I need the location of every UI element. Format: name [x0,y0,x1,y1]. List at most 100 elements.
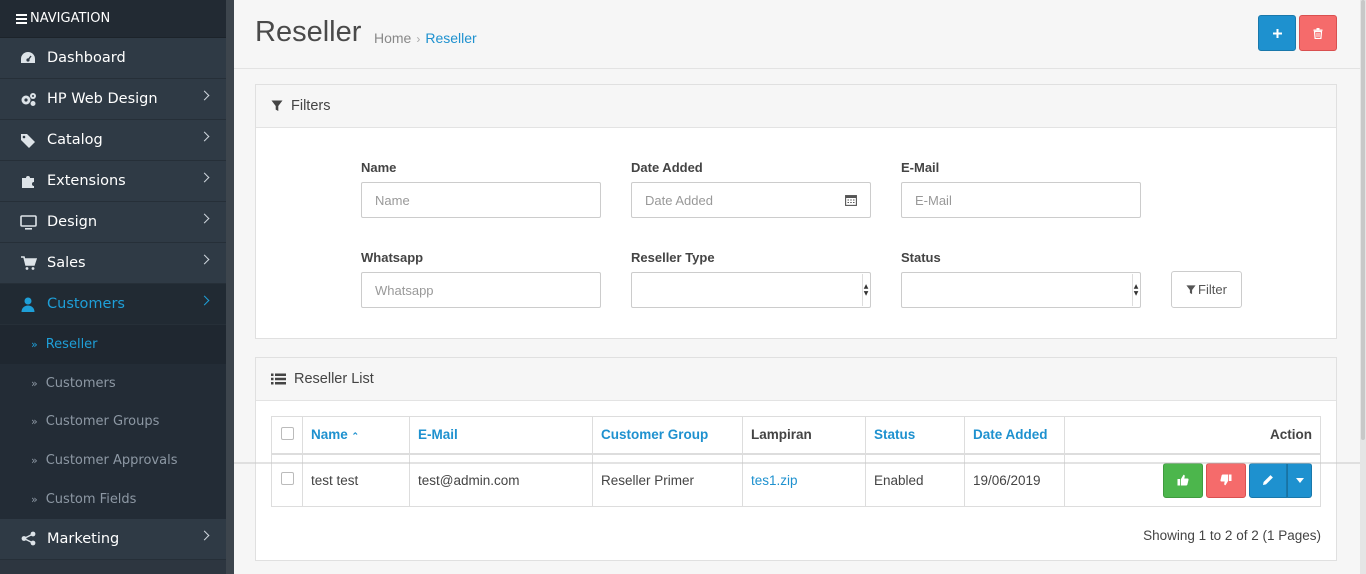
monitor-icon [19,213,37,231]
page-scrollbar[interactable] [1360,0,1366,574]
submenu-item-customers[interactable]: » Customers [0,364,226,403]
navigation-header[interactable]: NAVIGATION [0,0,226,38]
thumbs-down-icon [1220,474,1232,486]
add-button[interactable] [1258,15,1296,51]
name-label: Name [361,160,397,175]
whatsapp-input[interactable]: Whatsapp [361,272,601,308]
tags-icon [19,131,37,149]
reseller-list-heading-label: Reseller List [294,371,374,387]
double-chevron-icon: » [31,415,38,429]
breadcrumb-home[interactable]: Home [374,30,411,46]
column-header-lampiran: Lampiran [742,416,866,455]
chevron-right-icon [199,90,210,101]
sidebar-item-marketing[interactable]: Marketing [0,518,226,560]
edit-button[interactable] [1249,462,1287,498]
submenu-item-customer-groups[interactable]: » Customer Groups [0,403,226,442]
sidebar: NAVIGATION Dashboard HP Web Design Catal… [0,0,226,574]
sort-asc-icon: ⌃ [351,431,360,442]
navigation-label: NAVIGATION [30,11,111,26]
column-header-name[interactable]: Name ⌃ [302,416,410,455]
filters-heading: Filters [256,85,1336,128]
calendar-button[interactable] [831,182,871,218]
user-icon [19,295,37,313]
sidebar-item-label: Dashboard [47,50,126,66]
select-arrow-icon: ▲ ▼ [862,274,869,306]
breadcrumb-current[interactable]: Reseller [425,30,476,46]
column-header-status[interactable]: Status [865,416,965,455]
email-label: E-Mail [901,160,940,175]
chevron-right-icon [199,295,210,306]
chevron-right-icon [199,172,210,183]
pencil-icon [1263,475,1273,486]
double-chevron-icon: » [31,337,38,351]
submenu-item-label: Customer Approvals [45,453,178,469]
column-header-email[interactable]: E-Mail [409,416,593,455]
sidebar-item-dashboard[interactable]: Dashboard [0,38,226,79]
column-header-action: Action [1064,416,1321,455]
deny-button[interactable] [1206,462,1246,498]
submenu-item-customer-approvals[interactable]: » Customer Approvals [0,441,226,480]
whatsapp-label: Whatsapp [361,250,424,265]
chevron-right-icon [199,131,210,142]
plus-icon [1272,28,1282,38]
date-added-input[interactable]: Date Added [631,182,832,218]
attachment-link[interactable]: tes1.zip [751,473,798,488]
sidebar-item-label: Catalog [47,132,103,148]
share-icon [19,530,37,548]
sidebar-item-design[interactable]: Design [0,202,226,243]
column-header-customer-group[interactable]: Customer Group [592,416,743,455]
column-header-date-added[interactable]: Date Added [964,416,1065,455]
sidebar-item-hp-web-design[interactable]: HP Web Design [0,79,226,120]
chevron-right-icon [199,254,210,265]
filter-icon [271,100,283,112]
reseller-type-label: Reseller Type [631,250,715,265]
trash-icon [1313,27,1323,39]
sidebar-item-sales[interactable]: Sales [0,243,226,284]
thumbs-up-icon [1177,475,1189,486]
submenu-item-label: Reseller [45,336,98,352]
submenu-item-label: Customers [45,375,116,391]
email-input[interactable]: E-Mail [901,182,1141,218]
reseller-type-select[interactable]: ▲ ▼ [631,272,871,308]
double-chevron-icon: » [31,493,38,507]
sidebar-item-catalog[interactable]: Catalog [0,120,226,161]
sidebar-item-customers[interactable]: Customers [0,284,226,325]
name-input[interactable]: Name [361,182,601,218]
submenu-item-label: Custom Fields [45,492,137,508]
cart-icon [19,254,37,272]
cogs-icon [19,90,37,108]
chevron-right-icon [199,530,210,541]
sidebar-item-label: Design [47,214,98,230]
sidebar-item-label: Extensions [47,173,126,189]
breadcrumb-separator: › [416,32,421,46]
submenu-item-custom-fields[interactable]: » Custom Fields [0,480,226,519]
approve-button[interactable] [1163,462,1203,498]
customers-submenu: » Reseller » Customers » Customer Groups » C… [0,325,226,519]
delete-button[interactable] [1299,15,1337,51]
reseller-list-heading: Reseller List [256,358,1336,401]
submenu-item-reseller[interactable]: » Reseller [0,325,226,364]
calendar-icon [844,195,857,206]
sidebar-item-label: Marketing [47,530,120,547]
sidebar-item-label: Customers [47,296,125,312]
row-checkbox[interactable] [280,472,294,486]
scrollbar-thumb[interactable] [1361,0,1365,440]
filter-button[interactable]: Filter [1171,271,1242,308]
sidebar-item-extensions[interactable]: Extensions [0,161,226,202]
filters-heading-label: Filters [291,98,331,114]
date-added-label: Date Added [631,160,703,175]
sidebar-divider [226,0,234,574]
double-chevron-icon: » [31,376,38,390]
sidebar-item-label: Sales [47,255,86,271]
table-header-row: Name ⌃ E-Mail Customer Group Lampiran St… [271,416,1321,455]
filter-button-label: Filter [1198,282,1227,297]
filter-icon [1186,284,1196,294]
select-all-checkbox-cell [271,416,303,455]
edit-dropdown-toggle[interactable] [1287,462,1312,498]
pagination-info: Showing 1 to 2 of 2 (1 Pages) [1143,528,1321,543]
filters-panel: Filters Name Name Date Added Date Added … [255,84,1337,339]
dashboard-icon [19,49,37,67]
status-select[interactable]: ▲ ▼ [901,272,1141,308]
select-all-checkbox[interactable] [280,426,294,440]
page-header: Reseller Home › Reseller [234,0,1360,69]
